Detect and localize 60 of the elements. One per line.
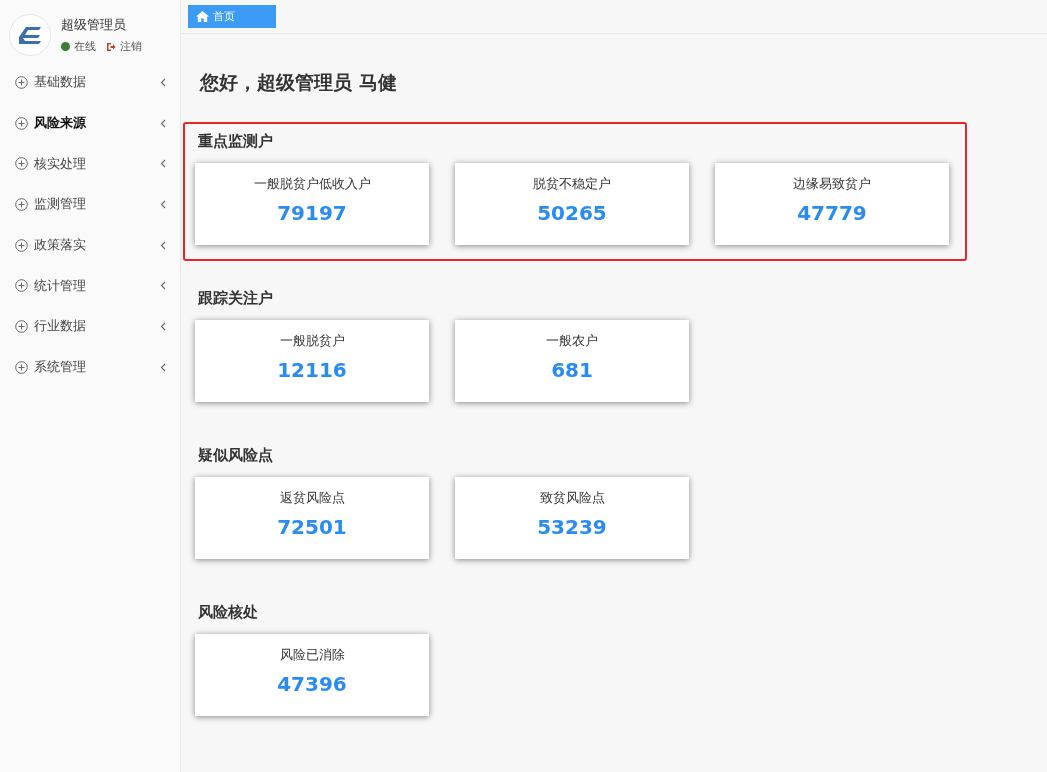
logout-icon[interactable] xyxy=(106,41,116,52)
home-icon xyxy=(196,11,209,22)
plus-circle-icon xyxy=(15,157,28,171)
section-title: 疑似风险点 xyxy=(198,446,274,465)
stat-label: 一般农户 xyxy=(546,332,598,350)
stat-value: 79197 xyxy=(277,201,347,225)
greeting: 您好，超级管理员 马健 xyxy=(200,70,398,95)
stat-card[interactable]: 脱贫不稳定户 50265 xyxy=(455,163,689,245)
sidebar-item[interactable]: 系统管理 xyxy=(0,346,180,388)
chevron-left-icon xyxy=(160,159,166,169)
stat-label: 边缘易致贫户 xyxy=(793,175,871,193)
stat-value: 72501 xyxy=(277,515,347,539)
chevron-left-icon xyxy=(160,118,166,128)
stat-value: 47396 xyxy=(277,672,347,696)
sidebar-item[interactable]: 风险来源 xyxy=(0,102,180,144)
section-title: 风险核处 xyxy=(198,603,259,622)
logo-icon xyxy=(9,14,51,56)
logout-link[interactable]: 注销 xyxy=(120,39,142,54)
stat-card[interactable]: 一般脱贫户低收入户 79197 xyxy=(195,163,429,245)
stat-value: 53239 xyxy=(537,515,607,539)
stat-card[interactable]: 致贫风险点 53239 xyxy=(455,477,689,559)
plus-circle-icon xyxy=(15,238,28,252)
stat-label: 一般脱贫户 xyxy=(279,332,345,350)
chevron-left-icon xyxy=(160,199,166,209)
stat-card[interactable]: 返贫风险点 72501 xyxy=(195,477,429,559)
stat-card[interactable]: 风险已消除 47396 xyxy=(195,634,429,716)
section-title: 跟踪关注户 xyxy=(198,289,274,308)
plus-circle-icon xyxy=(15,279,28,293)
chevron-left-icon xyxy=(160,321,166,331)
stat-card[interactable]: 一般农户 681 xyxy=(455,320,689,402)
sidebar-item[interactable]: 核实处理 xyxy=(0,143,180,185)
sidebar-item[interactable]: 政策落实 xyxy=(0,224,180,266)
chevron-left-icon xyxy=(160,281,166,291)
stat-value: 681 xyxy=(551,358,593,382)
stat-label: 脱贫不稳定户 xyxy=(533,175,611,193)
stat-value: 47779 xyxy=(797,201,867,225)
stat-label: 返贫风险点 xyxy=(279,489,345,507)
chevron-left-icon xyxy=(160,77,166,87)
status-label: 在线 xyxy=(74,39,96,54)
online-status-icon xyxy=(61,42,70,51)
stat-value: 50265 xyxy=(537,201,607,225)
section-title: 重点监测户 xyxy=(198,132,274,151)
user-name: 超级管理员 xyxy=(61,16,127,34)
chevron-left-icon xyxy=(160,362,166,372)
plus-circle-icon xyxy=(15,75,28,89)
plus-circle-icon xyxy=(15,319,28,333)
stat-card[interactable]: 边缘易致贫户 47779 xyxy=(715,163,949,245)
sidebar-item[interactable]: 行业数据 xyxy=(0,306,180,347)
stat-card[interactable]: 一般脱贫户 12116 xyxy=(195,320,429,402)
sidebar-item[interactable]: 基础数据 xyxy=(0,62,180,103)
stat-label: 致贫风险点 xyxy=(539,489,605,507)
stat-label: 一般脱贫户低收入户 xyxy=(253,175,371,193)
plus-circle-icon xyxy=(15,197,28,211)
plus-circle-icon xyxy=(15,116,28,130)
plus-circle-icon xyxy=(15,360,28,374)
chevron-left-icon xyxy=(160,240,166,250)
stat-label: 风险已消除 xyxy=(279,646,345,664)
sidebar-item[interactable]: 监测管理 xyxy=(0,184,180,225)
sidebar-item[interactable]: 统计管理 xyxy=(0,265,180,307)
stat-value: 12116 xyxy=(277,358,347,382)
